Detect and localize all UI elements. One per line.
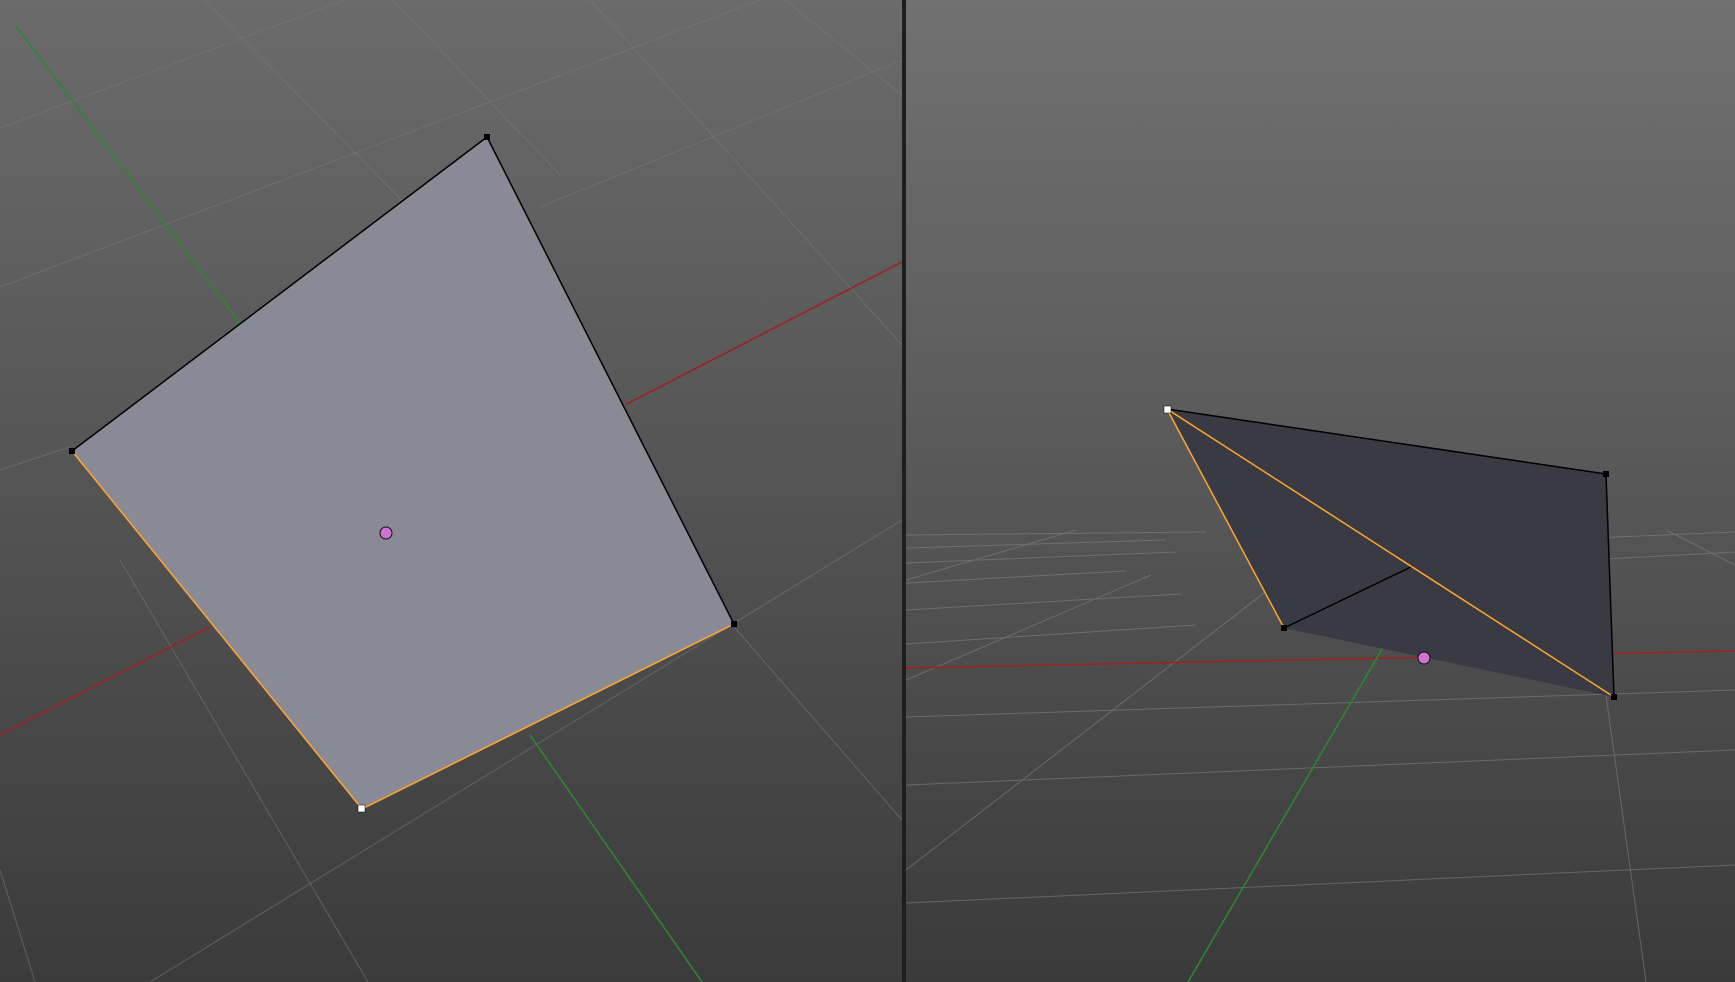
object-origin-point[interactable] bbox=[379, 526, 393, 540]
grid-line bbox=[1605, 694, 1647, 982]
grid-line bbox=[784, 0, 902, 96]
y-axis-line bbox=[529, 734, 703, 982]
grid-line bbox=[906, 551, 1177, 564]
viewport-right[interactable] bbox=[906, 0, 1735, 982]
grid-line bbox=[0, 0, 346, 129]
vertex[interactable] bbox=[1611, 694, 1617, 700]
viewport-left-canvas[interactable] bbox=[0, 0, 902, 982]
grid-line bbox=[734, 627, 902, 821]
grid-line bbox=[906, 570, 1127, 584]
grid-line bbox=[906, 529, 1077, 581]
vertex[interactable] bbox=[484, 134, 490, 140]
grid-line bbox=[906, 544, 1327, 871]
selected-vertex[interactable] bbox=[1163, 405, 1172, 414]
grid-line bbox=[906, 531, 1207, 536]
grid-line bbox=[0, 446, 71, 471]
viewport-right-canvas[interactable] bbox=[906, 0, 1735, 982]
x-axis-line bbox=[624, 261, 902, 406]
vertex[interactable] bbox=[731, 621, 737, 627]
vertex[interactable] bbox=[69, 448, 75, 454]
viewport-left[interactable] bbox=[0, 0, 902, 982]
vertex[interactable] bbox=[1603, 471, 1609, 477]
x-axis-line bbox=[0, 626, 211, 736]
selected-vertex[interactable] bbox=[357, 804, 366, 813]
grid-line bbox=[539, 59, 902, 208]
grid-line bbox=[1665, 529, 1735, 566]
grid-line bbox=[589, 0, 902, 346]
grid-line bbox=[906, 624, 1197, 645]
editor-window bbox=[0, 0, 1735, 982]
grid-line bbox=[906, 539, 1167, 549]
plane-face[interactable] bbox=[72, 137, 734, 809]
y-axis-line bbox=[14, 24, 241, 324]
grid-line bbox=[906, 864, 1735, 904]
vertex[interactable] bbox=[1281, 625, 1287, 631]
object-origin-point[interactable] bbox=[1417, 651, 1431, 665]
grid-line bbox=[906, 593, 1182, 611]
grid-line bbox=[0, 869, 36, 982]
